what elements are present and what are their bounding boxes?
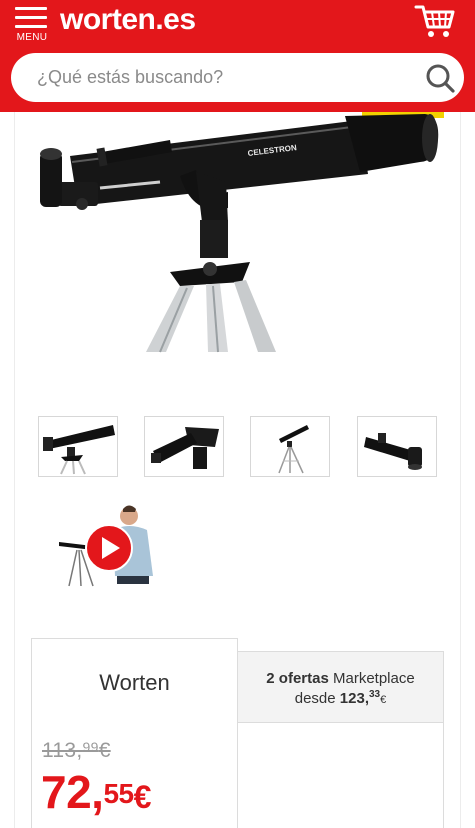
offer-body-border: [237, 723, 444, 828]
marketplace-price-currency: €: [380, 694, 387, 706]
site-header: MENU worten.es: [0, 0, 475, 112]
telescope-lens-closeup: [151, 427, 219, 469]
tab-marketplace[interactable]: 2 ofertas Marketplace desde 123,33€: [237, 651, 444, 723]
menu-label: MENU: [16, 32, 48, 43]
marketplace-label: Marketplace: [333, 670, 415, 687]
telescope-image: CELESTRON: [40, 112, 444, 353]
thumbnail-4[interactable]: [357, 416, 437, 477]
cart-button[interactable]: [414, 3, 456, 41]
product-video-thumbnail[interactable]: [55, 500, 160, 595]
search-input[interactable]: [37, 63, 397, 91]
offers-count: 2 ofertas: [266, 670, 329, 687]
marketplace-offers-count: 2 ofertas Marketplace: [238, 670, 443, 687]
worten-logo[interactable]: worten.es: [60, 3, 196, 37]
thumbnail-1[interactable]: [38, 416, 118, 477]
telescope-eyepiece-detail: [364, 433, 422, 470]
price-int: 72,: [41, 766, 104, 818]
menu-button[interactable]: MENU: [12, 4, 52, 44]
thumbnail-3[interactable]: [250, 416, 330, 477]
marketplace-from-price: desde 123,33€: [238, 689, 443, 707]
product-main-image[interactable]: CELESTRON: [30, 112, 445, 362]
cart-icon: [414, 5, 455, 37]
from-label: desde: [294, 690, 336, 707]
price-currency: €: [133, 779, 152, 815]
telescope-side-view: [43, 425, 115, 475]
search-button[interactable]: [425, 63, 455, 93]
hamburger-icon: [15, 7, 47, 10]
search-bar: [11, 53, 464, 102]
hamburger-icon-bar: [15, 25, 47, 28]
old-price-currency: €: [98, 739, 111, 762]
tab-worten-label: Worten: [99, 670, 170, 695]
marketplace-price-int: 123,: [339, 690, 369, 707]
marketplace-price-cents: 33: [369, 689, 381, 700]
old-price-int: 113,: [42, 739, 83, 762]
old-price: 113,99€: [42, 739, 111, 763]
thumbnail-2[interactable]: [144, 416, 224, 477]
video-preview: [59, 505, 153, 587]
telescope-full-tripod: [278, 425, 309, 474]
hamburger-icon-bar: [15, 16, 47, 19]
old-price-cents: 99: [82, 739, 99, 755]
search-icon: [426, 64, 455, 93]
current-price: 72,55€: [41, 764, 151, 825]
price-cents: 55: [103, 778, 134, 809]
